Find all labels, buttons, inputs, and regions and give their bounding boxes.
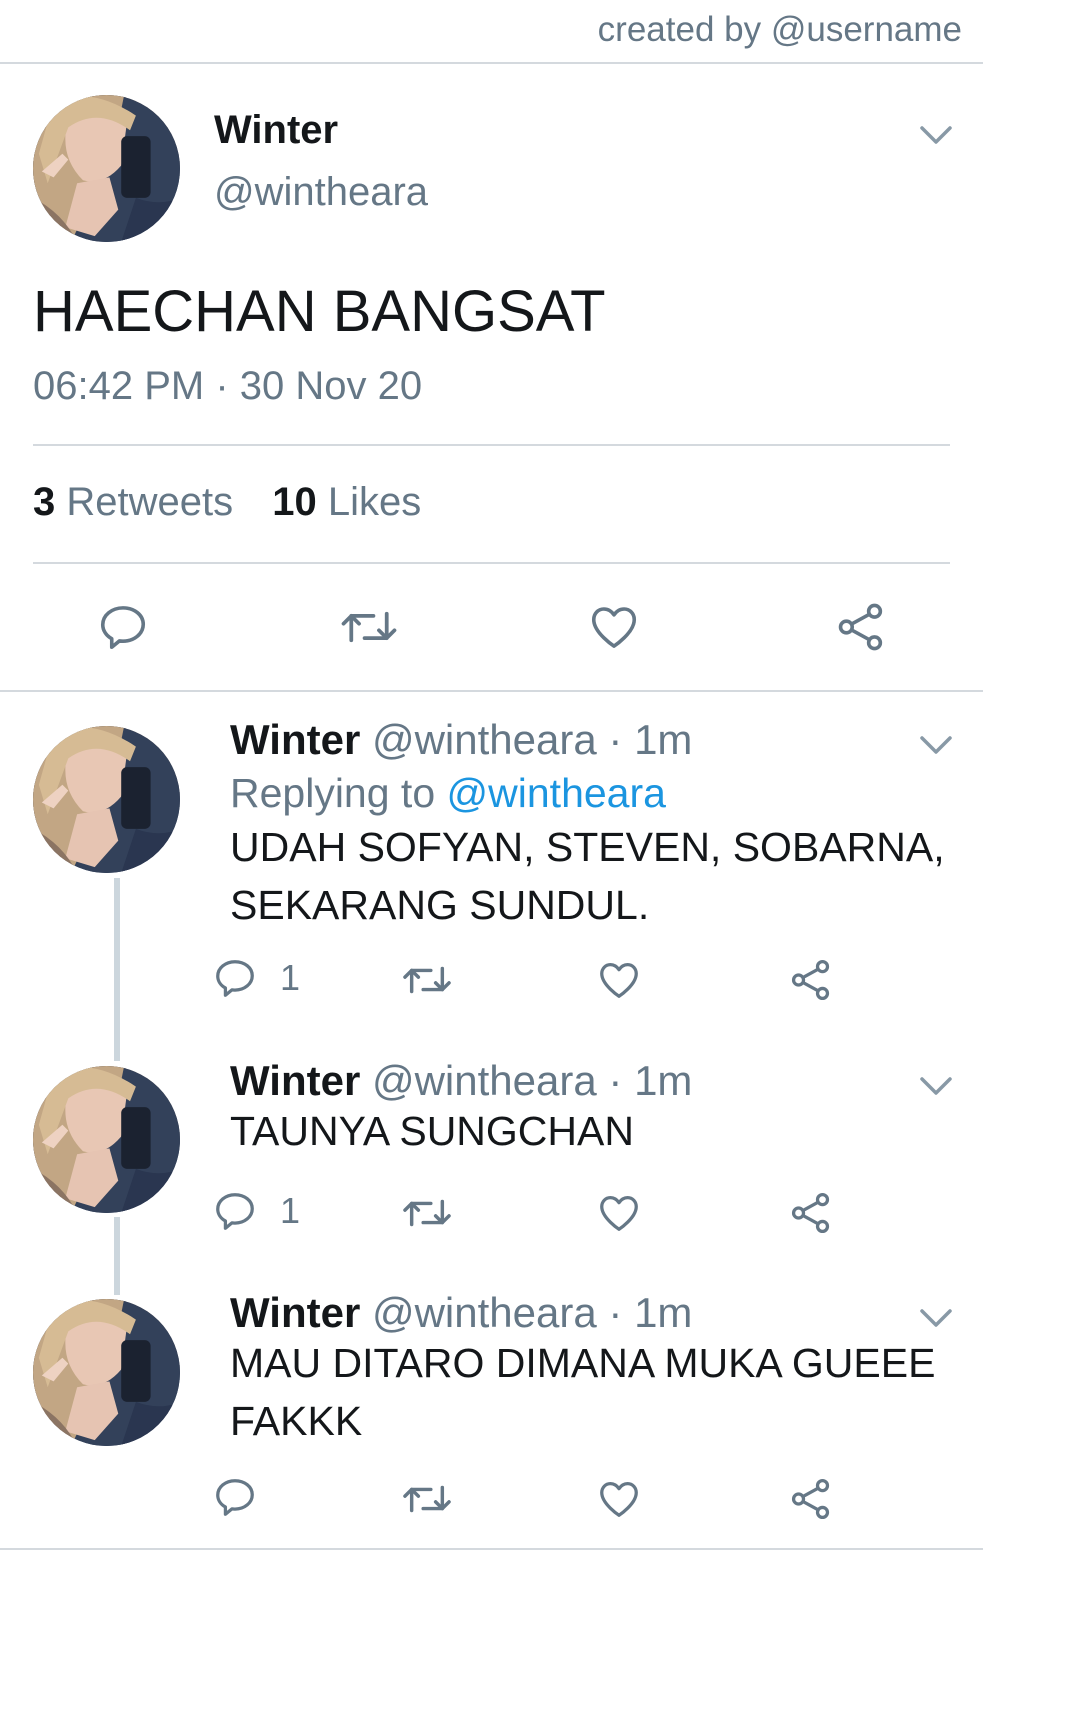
reply-text: UDAH SOFYAN, STEVEN, SOBARNA, SEKARANG S…	[230, 824, 945, 928]
likes-label: Likes	[327, 480, 422, 524]
tweet-age: 1m	[634, 1289, 693, 1336]
thread-line	[114, 1217, 120, 1295]
retweets-stat[interactable]: 3 Retweets	[33, 480, 244, 524]
section-divider	[0, 690, 983, 692]
reply-header: Winter @wintheara · 1m	[230, 1289, 692, 1337]
likes-stat[interactable]: 10 Likes	[272, 480, 421, 524]
reply-button[interactable]: 1	[212, 1188, 300, 1234]
avatar[interactable]	[33, 1066, 180, 1213]
author-handle[interactable]: @wintheara	[372, 1057, 597, 1104]
share-nodes-icon	[791, 1478, 830, 1520]
separator-dot: ·	[608, 1057, 623, 1104]
author-handle[interactable]: @wintheara	[372, 716, 597, 763]
reply-text: TAUNYA SUNGCHAN	[230, 1108, 634, 1154]
speech-bubble-icon	[100, 606, 146, 650]
reply-header: Winter @wintheara · 1m	[230, 716, 692, 764]
chevron-down-icon[interactable]	[919, 124, 953, 146]
replying-handle-link[interactable]: @wintheara	[447, 770, 666, 816]
like-button[interactable]	[596, 1190, 642, 1236]
avatar-image	[33, 95, 180, 242]
thread-line	[114, 878, 120, 1061]
reply-header: Winter @wintheara · 1m	[230, 1057, 692, 1105]
heart-icon	[600, 1196, 638, 1231]
like-button[interactable]	[596, 1476, 642, 1522]
author-name[interactable]: Winter	[230, 1289, 360, 1336]
reply-button[interactable]	[96, 600, 150, 654]
retweet-arrows-icon	[403, 1199, 451, 1227]
share-button[interactable]	[788, 957, 834, 1003]
tweet-text: HAECHAN BANGSAT	[33, 279, 606, 344]
retweets-label: Retweets	[66, 480, 234, 524]
retweet-arrows-icon	[403, 1485, 451, 1513]
like-button[interactable]	[596, 957, 642, 1003]
separator-dot: ·	[608, 716, 623, 763]
heart-icon	[600, 1482, 638, 1517]
retweet-arrows-icon	[341, 611, 397, 643]
retweet-button[interactable]	[400, 1190, 454, 1236]
author-name[interactable]: Winter	[230, 1057, 360, 1104]
tweet-date: 30 Nov 20	[239, 364, 423, 408]
author-handle[interactable]: @wintheara	[372, 1289, 597, 1336]
tweet-age: 1m	[634, 1057, 693, 1104]
retweet-button[interactable]	[400, 1476, 454, 1522]
share-nodes-icon	[791, 959, 830, 1001]
replying-label: Replying to	[230, 770, 436, 816]
top-divider	[0, 62, 983, 64]
tweet-age: 1m	[634, 716, 693, 763]
share-nodes-icon	[838, 603, 883, 651]
separator-dot: ·	[608, 1289, 623, 1336]
retweets-count: 3	[33, 480, 56, 524]
author-name[interactable]: Winter	[230, 716, 360, 763]
share-nodes-icon	[791, 1192, 830, 1234]
speech-bubble-icon	[216, 960, 254, 997]
avatar[interactable]	[33, 95, 180, 242]
separator-dot: ·	[215, 364, 229, 408]
likes-count: 10	[272, 480, 317, 524]
tweet-time: 06:42 PM	[33, 364, 205, 408]
like-button[interactable]	[587, 600, 641, 654]
reply-count: 1	[280, 1190, 301, 1231]
reply-button[interactable]: 1	[212, 955, 300, 1001]
divider	[33, 562, 950, 564]
chevron-down-icon[interactable]	[919, 1307, 953, 1329]
avatar-image	[33, 1066, 180, 1213]
chevron-down-icon[interactable]	[919, 734, 953, 756]
author-name[interactable]: Winter	[214, 108, 338, 153]
reply-count: 1	[280, 957, 301, 998]
avatar[interactable]	[33, 726, 180, 873]
avatar[interactable]	[33, 1299, 180, 1446]
author-handle[interactable]: @wintheara	[214, 170, 428, 215]
replying-to: Replying to @wintheara	[230, 770, 666, 817]
heart-icon	[591, 607, 637, 648]
speech-bubble-icon	[216, 1193, 254, 1230]
retweet-button[interactable]	[400, 957, 454, 1003]
reply-text: MAU DITARO DIMANA MUKA GUEEE FAKKK	[230, 1340, 936, 1444]
chevron-down-icon[interactable]	[919, 1075, 953, 1097]
divider	[33, 444, 950, 446]
avatar-image	[33, 726, 180, 873]
bottom-divider	[0, 1548, 983, 1550]
share-button[interactable]	[788, 1190, 834, 1236]
reply-button[interactable]	[212, 1474, 280, 1520]
heart-icon	[600, 963, 638, 998]
timestamp: 06:42 PM · 30 Nov 20	[33, 364, 422, 409]
speech-bubble-icon	[216, 1479, 254, 1516]
engagement-stats: 3 Retweets 10 Likes	[33, 480, 421, 525]
retweet-button[interactable]	[338, 600, 400, 654]
watermark-text: created by @username	[597, 10, 962, 49]
share-button[interactable]	[788, 1476, 834, 1522]
share-button[interactable]	[834, 600, 888, 654]
retweet-arrows-icon	[403, 966, 451, 994]
avatar-image	[33, 1299, 180, 1446]
